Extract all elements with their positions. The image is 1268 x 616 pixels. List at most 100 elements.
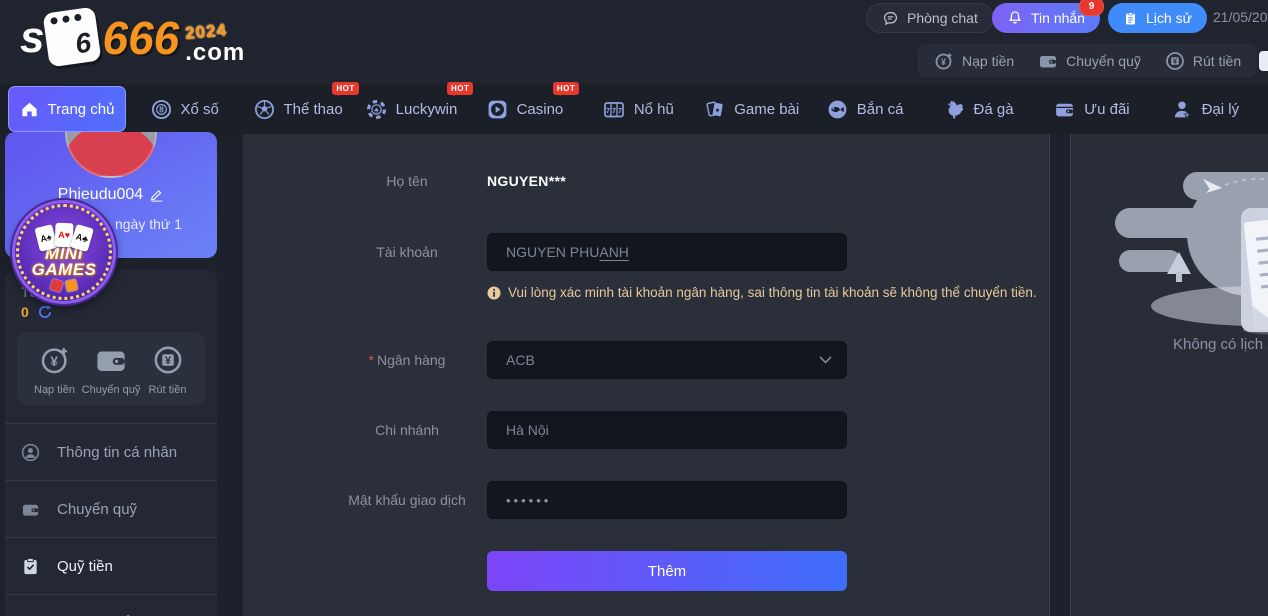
nav-label: Đại lý: [1202, 101, 1240, 118]
edit-username-icon[interactable]: [150, 188, 164, 202]
full-name-label: Họ tên: [322, 173, 492, 189]
nav-item-home[interactable]: Trang chủ: [8, 86, 126, 132]
info-icon: [487, 286, 501, 300]
chat-room-label: Phòng chat: [907, 10, 978, 26]
nav-item-cards[interactable]: ♠ Game bài: [695, 84, 808, 134]
svg-text:¥: ¥: [164, 355, 171, 367]
nav-item-fishing[interactable]: Bắn cá: [808, 84, 921, 134]
nav-label: Nổ hũ: [634, 101, 674, 118]
account-input[interactable]: NGUYEN PHU ANH: [487, 233, 847, 271]
nav-label: CasinoHOT: [517, 101, 564, 118]
logo-year: 2024: [184, 20, 227, 44]
svg-text:★: ★: [1183, 110, 1190, 119]
sidebar-deposit-label: Nạp tiền: [34, 384, 75, 396]
menu-item-win-loss-history[interactable]: Lịch sử thắng thua: [5, 594, 217, 616]
bank-warning: Vui lòng xác minh tài khoản ngân hàng, s…: [487, 285, 1037, 300]
refresh-balance-icon[interactable]: [37, 304, 53, 320]
avatar[interactable]: [65, 132, 157, 178]
add-button[interactable]: Thêm: [487, 551, 847, 591]
mini-games-badge[interactable]: A♠ A♥ A♣ MINI GAMES: [12, 200, 116, 304]
menu-label: Chuyển quỹ: [57, 501, 137, 518]
withdraw-icon: ¥: [1165, 51, 1185, 71]
menu-item-personal-info[interactable]: Thông tin cá nhân: [5, 423, 217, 480]
bank-select-value: ACB: [506, 352, 535, 368]
hot-badge: HOT: [553, 82, 579, 95]
poker-chip-icon: ♠: [366, 99, 387, 120]
main-nav: Trang chủ 8 Xổ số Thể thaoHOT ♠ Luckywin…: [0, 84, 1268, 134]
sidebar-menu: Thông tin cá nhân Chuyển quỹ Quỹ tiền: [5, 423, 217, 616]
nav-label: Game bài: [734, 101, 799, 118]
home-icon: [20, 100, 39, 119]
menu-item-transfer[interactable]: Chuyển quỹ: [5, 480, 217, 537]
bank-select[interactable]: ACB: [487, 341, 847, 379]
deposit-label: Nạp tiền: [962, 53, 1014, 69]
nav-item-agent[interactable]: ★ Đại lý: [1149, 84, 1262, 134]
chevron-down-icon: [819, 356, 832, 364]
nav-item-lottery[interactable]: 8 Xổ số: [128, 84, 241, 134]
sidebar-transfer-button[interactable]: Chuyển quỹ: [82, 343, 140, 396]
nav-label: Thể thaoHOT: [284, 101, 343, 118]
nav-item-sports[interactable]: Thể thaoHOT: [241, 84, 354, 134]
rooster-icon: [944, 99, 965, 120]
bank-label: *Ngân hàng: [322, 352, 492, 368]
logo-prefix: s: [20, 6, 44, 70]
site-logo[interactable]: s 6 666 2024 .com: [20, 6, 245, 70]
lottery-ball-icon: 8: [151, 99, 172, 120]
fish-icon: [827, 99, 848, 120]
menu-item-funds[interactable]: Quỹ tiền: [5, 537, 217, 594]
full-name-value: NGUYEN***: [487, 173, 566, 189]
nav-item-casino[interactable]: CasinoHOT: [468, 84, 581, 134]
bank-account-form: Họ tên NGUYEN*** Tài khoản NGUYEN PHU AN…: [243, 134, 1050, 616]
required-mark: *: [369, 352, 374, 368]
withdraw-button[interactable]: ¥ Rút tiền: [1165, 51, 1241, 71]
coin-deposit-icon: ¥: [38, 343, 72, 377]
menu-label: Thông tin cá nhân: [57, 444, 177, 461]
menu-label: Quỹ tiền: [57, 558, 113, 575]
wallet-action-bar: ¥ Nạp tiền Chuyển quỹ ¥ Rút tiền: [918, 44, 1257, 78]
svg-text:¥: ¥: [941, 57, 946, 67]
clipboard-icon: [1123, 11, 1138, 26]
withdraw-label: Rút tiền: [1193, 53, 1241, 69]
messages-button[interactable]: Tin nhắn 9: [992, 3, 1100, 33]
promo-wallet-icon: [1054, 99, 1075, 120]
nav-label: Trang chủ: [48, 101, 115, 118]
branch-input[interactable]: Hà Nội: [487, 411, 847, 449]
account-label: Tài khoản: [322, 244, 492, 260]
nav-item-promotions[interactable]: Ưu đãi: [1035, 84, 1148, 134]
header: s 6 666 2024 .com Phòng chat Tin nhắn 9: [0, 0, 1268, 84]
transaction-password-input[interactable]: ••••••: [487, 481, 847, 519]
play-icon: [487, 99, 508, 120]
person-icon: [21, 443, 40, 462]
sidebar-withdraw-button[interactable]: ¥ Rút tiền: [140, 343, 195, 396]
history-button[interactable]: Lịch sử: [1108, 3, 1207, 33]
messages-count-badge: 9: [1079, 0, 1104, 16]
nav-label: Xổ số: [181, 101, 219, 118]
svg-text:7: 7: [612, 106, 616, 115]
sidebar-deposit-button[interactable]: ¥ Nạp tiền: [27, 343, 82, 396]
transfer-button[interactable]: Chuyển quỹ: [1038, 51, 1141, 71]
nav-label: LuckywinHOT: [396, 101, 458, 118]
wallet-icon: [94, 343, 128, 377]
deposit-button[interactable]: ¥ Nạp tiền: [934, 51, 1014, 71]
playing-cards-icon: ♠: [704, 99, 725, 120]
clipped-edge-button[interactable]: [1259, 51, 1268, 71]
nav-item-cockfight[interactable]: Đá gà: [922, 84, 1035, 134]
branch-label: Chi nhánh: [322, 422, 492, 438]
mini-cards-icon: A♠ A♥ A♣: [37, 226, 91, 250]
login-streak-text: ngày thứ 1: [115, 216, 182, 232]
chat-room-button[interactable]: Phòng chat: [866, 3, 994, 33]
nav-item-luckywin[interactable]: ♠ LuckywinHOT: [355, 84, 468, 134]
slot-777-icon: 777: [603, 99, 625, 120]
hot-badge: HOT: [332, 82, 358, 95]
mini-games-line2: GAMES: [32, 262, 97, 278]
empty-state-illustration: [1089, 152, 1268, 337]
app-window: s 6 666 2024 .com Phòng chat Tin nhắn 9: [0, 0, 1268, 616]
history-empty-panel: Không có lịch sử: [1070, 134, 1268, 616]
bell-icon: [1007, 10, 1023, 26]
nav-item-slots[interactable]: 777 Nổ hũ: [582, 84, 695, 134]
coin-deposit-icon: ¥: [934, 51, 954, 71]
mini-dice-icon: [51, 280, 77, 291]
svg-text:7: 7: [618, 106, 622, 115]
agent-person-icon: ★: [1172, 99, 1193, 120]
transaction-password-label: Mật khẩu giao dịch: [322, 492, 492, 508]
